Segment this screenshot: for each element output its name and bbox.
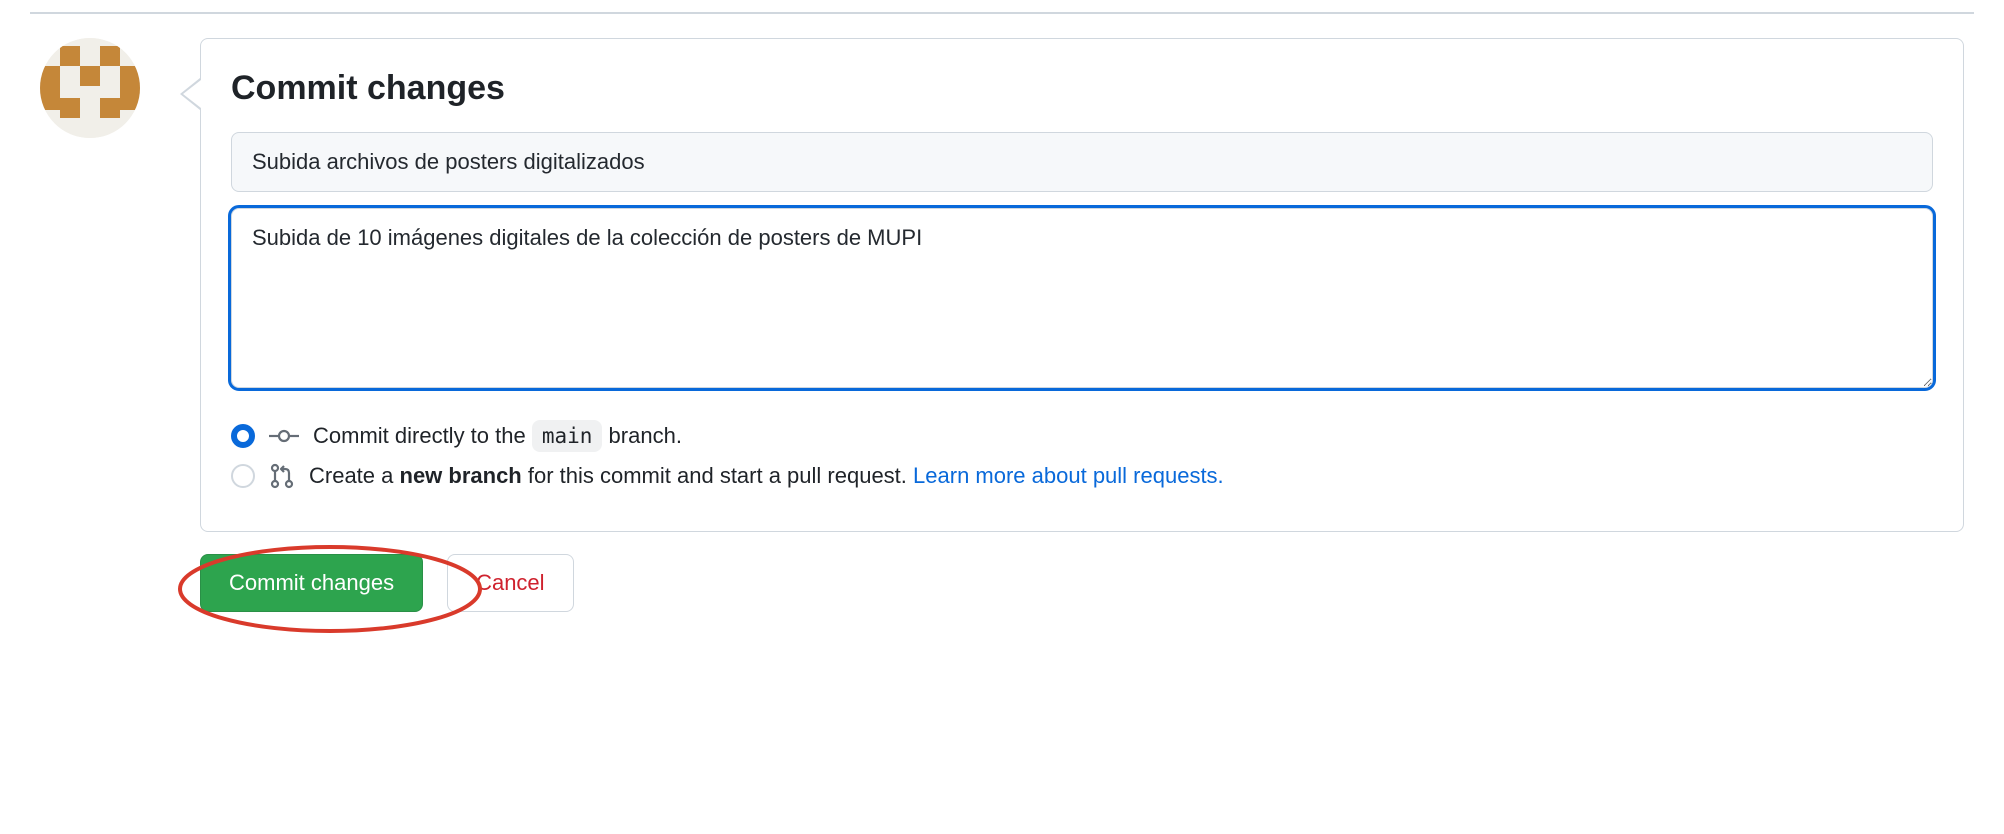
commit-new-branch-option[interactable]: Create a new branch for this commit and … <box>231 463 1933 489</box>
commit-box-wrap: Commit changes Subida de 10 imágenes dig… <box>200 38 1964 532</box>
avatar-identicon-icon <box>40 38 140 138</box>
commit-direct-option[interactable]: Commit directly to the main branch. <box>231 423 1933 449</box>
commit-summary-input[interactable] <box>231 132 1933 192</box>
commit-direct-prefix: Commit directly to the <box>313 423 532 448</box>
new-branch-prefix: Create a <box>309 463 400 488</box>
commit-heading: Commit changes <box>231 69 1933 108</box>
commit-new-branch-label: Create a new branch for this commit and … <box>309 463 1224 489</box>
git-commit-icon <box>269 425 299 447</box>
top-divider <box>30 12 1974 14</box>
pull-requests-learn-more-link[interactable]: Learn more about pull requests. <box>913 463 1224 488</box>
git-pull-request-icon <box>269 463 295 489</box>
new-branch-bold: new branch <box>400 463 522 488</box>
commit-direct-label: Commit directly to the main branch. <box>313 423 682 449</box>
avatar-column <box>40 38 140 138</box>
radio-direct[interactable] <box>231 424 255 448</box>
user-avatar <box>40 38 140 138</box>
commit-direct-suffix: branch. <box>609 423 682 448</box>
new-branch-suffix: for this commit and start a pull request… <box>522 463 913 488</box>
commit-actions: Commit changes Cancel <box>60 554 2004 612</box>
cancel-button[interactable]: Cancel <box>447 554 573 612</box>
commit-description-textarea[interactable]: Subida de 10 imágenes digitales de la co… <box>231 208 1933 388</box>
commit-layout: Commit changes Subida de 10 imágenes dig… <box>0 38 2004 532</box>
branch-name-chip: main <box>532 420 603 452</box>
commit-box: Commit changes Subida de 10 imágenes dig… <box>200 38 1964 532</box>
page-root: Commit changes Subida de 10 imágenes dig… <box>0 0 2004 834</box>
branch-options: Commit directly to the main branch. <box>231 423 1933 489</box>
commit-changes-button[interactable]: Commit changes <box>200 554 423 612</box>
radio-new-branch[interactable] <box>231 464 255 488</box>
